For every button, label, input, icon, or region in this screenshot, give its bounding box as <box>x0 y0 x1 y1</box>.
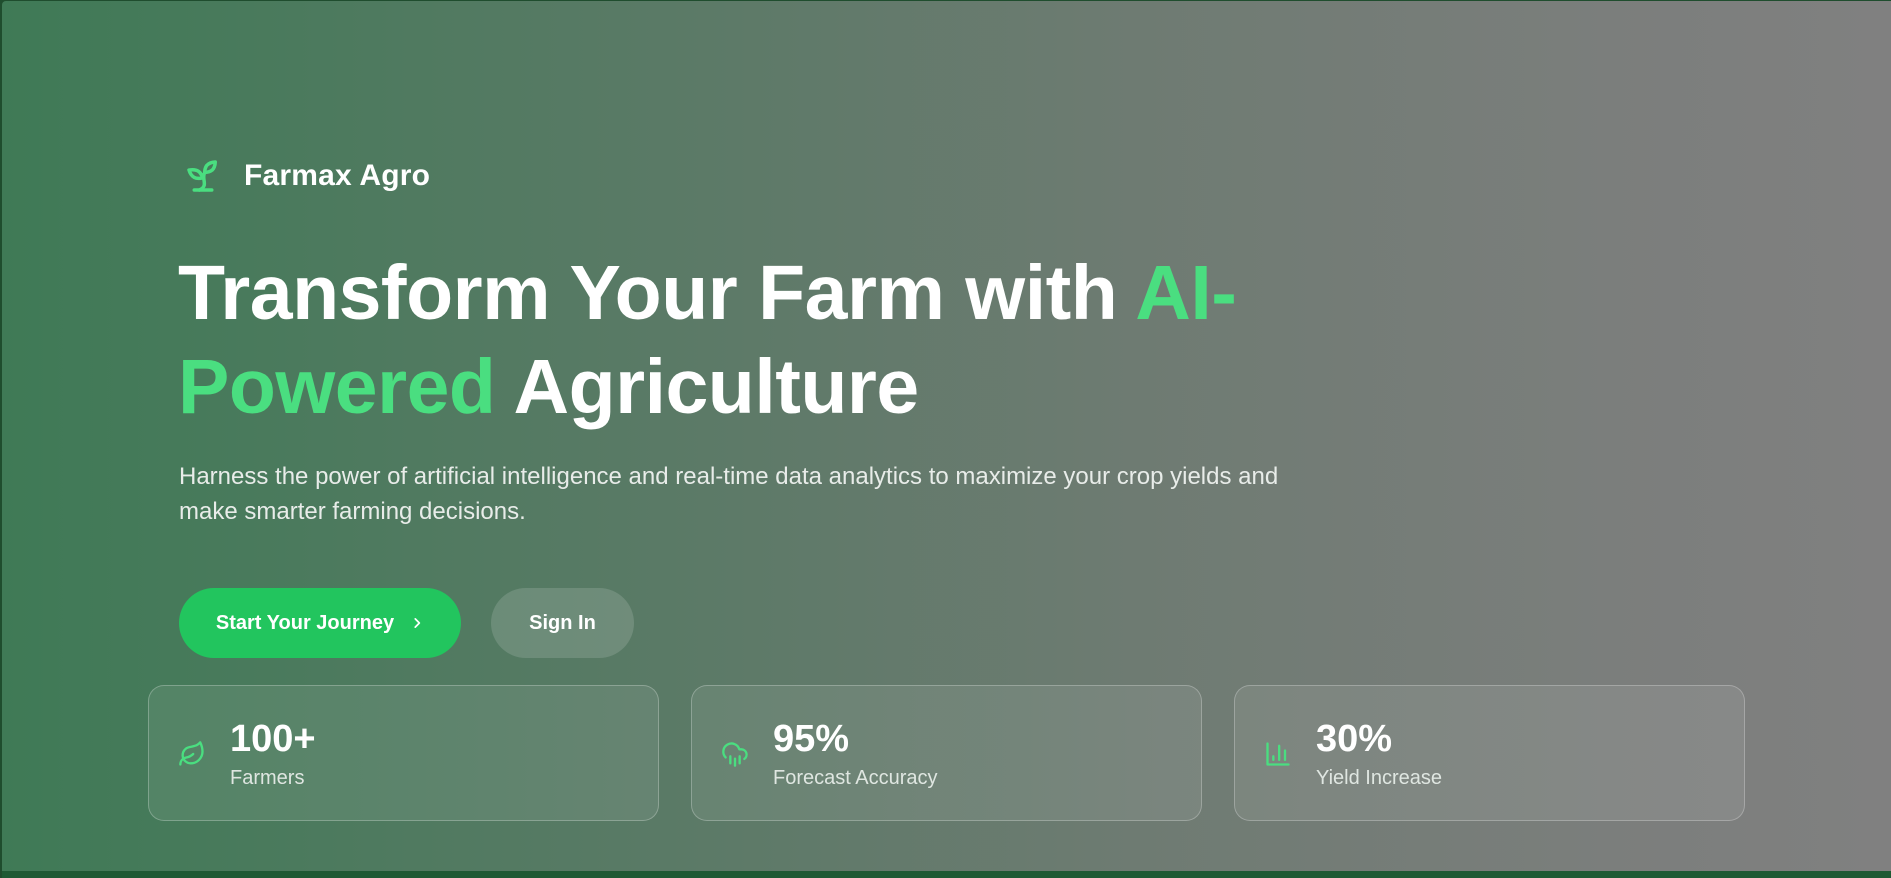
hero-section: Farmax Agro Transform Your Farm with AI-… <box>2 1 1891 871</box>
chevron-right-icon <box>414 618 421 628</box>
stat-value: 100+ <box>230 718 316 760</box>
bottom-section-edge <box>2 871 1891 878</box>
leaf-icon <box>179 741 204 766</box>
sign-in-button[interactable]: Sign In <box>491 588 634 658</box>
stat-label: Yield Increase <box>1316 767 1442 789</box>
headline-part1: Transform Your Farm with <box>178 250 1136 336</box>
stat-label: Farmers <box>230 767 305 789</box>
cloud-rain-icon <box>722 742 748 767</box>
brand[interactable]: Farmax Agro <box>182 155 430 197</box>
stat-card-farmers: 100+ Farmers <box>148 685 659 821</box>
sprout-icon <box>187 160 217 192</box>
stat-card-yield: 30% Yield Increase <box>1234 685 1745 821</box>
brand-name: Farmax Agro <box>244 159 431 192</box>
stat-label: Forecast Accuracy <box>773 767 938 789</box>
stat-value: 30% <box>1316 718 1393 760</box>
stat-card-forecast: 95% Forecast Accuracy <box>691 685 1202 821</box>
stat-value: 95% <box>773 718 850 760</box>
headline-part2: Agriculture <box>495 344 919 430</box>
start-journey-button[interactable]: Start Your Journey <box>179 588 461 658</box>
bar-chart-icon <box>1266 742 1290 766</box>
start-journey-label: Start Your Journey <box>215 611 395 634</box>
hero-headline: Transform Your Farm with AI-Powered Agri… <box>178 246 1298 434</box>
hero-subtitle: Harness the power of artificial intellig… <box>179 463 1279 525</box>
sign-in-label: Sign In <box>529 611 596 634</box>
